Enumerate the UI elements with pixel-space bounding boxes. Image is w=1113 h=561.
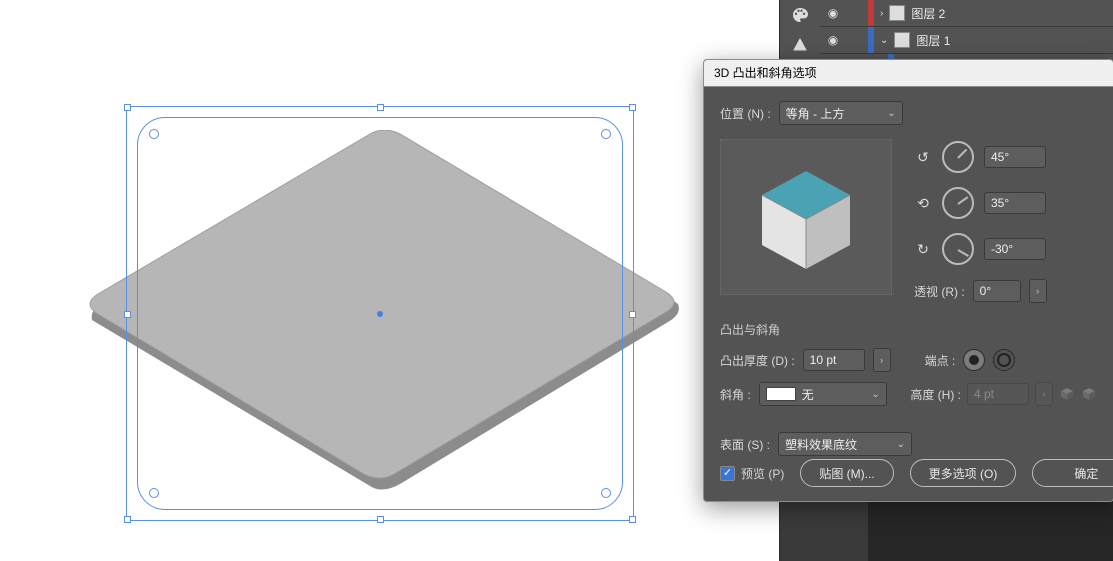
dialog-body: 位置 (N) : 等角 - 上方 ⌄ ↺ (704, 87, 1113, 468)
selection-bounding-box[interactable] (126, 106, 634, 521)
corner-radius-widget-bl[interactable] (149, 488, 159, 498)
layer-name[interactable]: 图层 1 (916, 32, 950, 49)
layer-name[interactable]: 图层 2 (911, 5, 945, 22)
chevron-down-icon: ⌄ (887, 108, 895, 119)
rotate-x-icon: ↺ (914, 149, 932, 166)
preview-label[interactable]: 预览 (P) (741, 465, 784, 482)
bevel-swatch (766, 387, 796, 401)
extrude-section-title: 凸出与斜角 (720, 321, 1097, 338)
rotate-y-icon: ⟲ (914, 195, 932, 212)
rotation-z-input[interactable]: -30° (984, 238, 1046, 260)
cap-off-button[interactable] (993, 349, 1015, 371)
layer-thumb (894, 32, 910, 48)
rotate-z-icon: ↻ (914, 241, 932, 258)
layer-row[interactable]: ◉ › 图层 2 (820, 0, 1113, 27)
layer-thumb (889, 5, 905, 21)
corner-radius-widget-tl[interactable] (149, 129, 159, 139)
bevel-out-icon (1081, 386, 1097, 402)
bevel-value: 无 (802, 386, 814, 403)
rotation-x-input[interactable]: 45° (984, 146, 1046, 168)
map-art-button[interactable]: 贴图 (M)... (800, 459, 893, 487)
more-options-button[interactable]: 更多选项 (O) (910, 459, 1017, 487)
layer-color-red (868, 0, 874, 26)
resize-handle-top-right[interactable] (629, 104, 636, 111)
layer-color-blue (868, 27, 874, 53)
bevel-select[interactable]: 无 ⌄ (759, 382, 887, 406)
bevel-label: 斜角 : (720, 386, 751, 403)
dialog-3d-extrude-and-bevel[interactable]: 3D 凸出和斜角选项 位置 (N) : 等角 - 上方 ⌄ (703, 59, 1113, 502)
chevron-down-icon: ⌄ (871, 389, 879, 400)
perspective-stepper[interactable]: › (1029, 279, 1047, 303)
layer-disclosure-icon[interactable]: ⌄ (880, 35, 888, 46)
bevel-height-label: 高度 (H) : (910, 386, 961, 403)
resize-handle-bottom-right[interactable] (629, 516, 636, 523)
preview-checkbox[interactable]: ✓ (720, 466, 735, 481)
cube-icon (746, 157, 866, 277)
rotation-x-dial[interactable] (942, 141, 974, 173)
rotation-z-dial[interactable] (942, 233, 974, 265)
chevron-down-icon: ⌄ (897, 439, 905, 450)
visibility-toggle-icon[interactable]: ◉ (824, 6, 842, 20)
dialog-titlebar[interactable]: 3D 凸出和斜角选项 (704, 60, 1113, 87)
layer-disclosure-icon[interactable]: › (880, 8, 883, 19)
cap-on-button[interactable] (963, 349, 985, 371)
resize-handle-top[interactable] (377, 104, 384, 111)
rotation-y-dial[interactable] (942, 187, 974, 219)
resize-handle-right[interactable] (629, 311, 636, 318)
canvas-area[interactable] (0, 0, 780, 561)
resize-handle-bottom-left[interactable] (124, 516, 131, 523)
resize-handle-top-left[interactable] (124, 104, 131, 111)
position-select[interactable]: 等角 - 上方 ⌄ (779, 101, 903, 125)
bevel-height-stepper: › (1035, 382, 1053, 406)
dialog-footer: ✓ 预览 (P) 贴图 (M)... 更多选项 (O) 确定 (704, 449, 1113, 501)
extrude-depth-label: 凸出厚度 (D) : (720, 352, 795, 369)
corner-radius-widget-br[interactable] (601, 488, 611, 498)
resize-handle-bottom[interactable] (377, 516, 384, 523)
bevel-height-input: 4 pt (967, 383, 1029, 405)
layer-row[interactable]: ◉ ⌄ 图层 1 (820, 27, 1113, 54)
shape-tool-icon[interactable] (791, 36, 809, 54)
bevel-in-icon (1059, 386, 1075, 402)
dialog-title: 3D 凸出和斜角选项 (714, 66, 817, 80)
perspective-input[interactable]: 0° (973, 280, 1021, 302)
perspective-label: 透视 (R) : (914, 283, 965, 300)
visibility-toggle-icon[interactable]: ◉ (824, 33, 842, 47)
cap-label: 端点 : (925, 352, 956, 369)
resize-handle-left[interactable] (124, 311, 131, 318)
cube-rotation-preview[interactable] (720, 139, 892, 295)
extrude-depth-stepper[interactable]: › (873, 348, 891, 372)
extrude-depth-input[interactable]: 10 pt (803, 349, 865, 371)
palette-icon[interactable] (791, 6, 809, 24)
corner-radius-widget-tr[interactable] (601, 129, 611, 139)
position-label: 位置 (N) : (720, 105, 771, 122)
ok-button[interactable]: 确定 (1032, 459, 1113, 487)
selection-center-point (377, 311, 383, 317)
position-value: 等角 - 上方 (786, 105, 845, 122)
rotation-y-input[interactable]: 35° (984, 192, 1046, 214)
panel-icon-strip (780, 0, 820, 66)
